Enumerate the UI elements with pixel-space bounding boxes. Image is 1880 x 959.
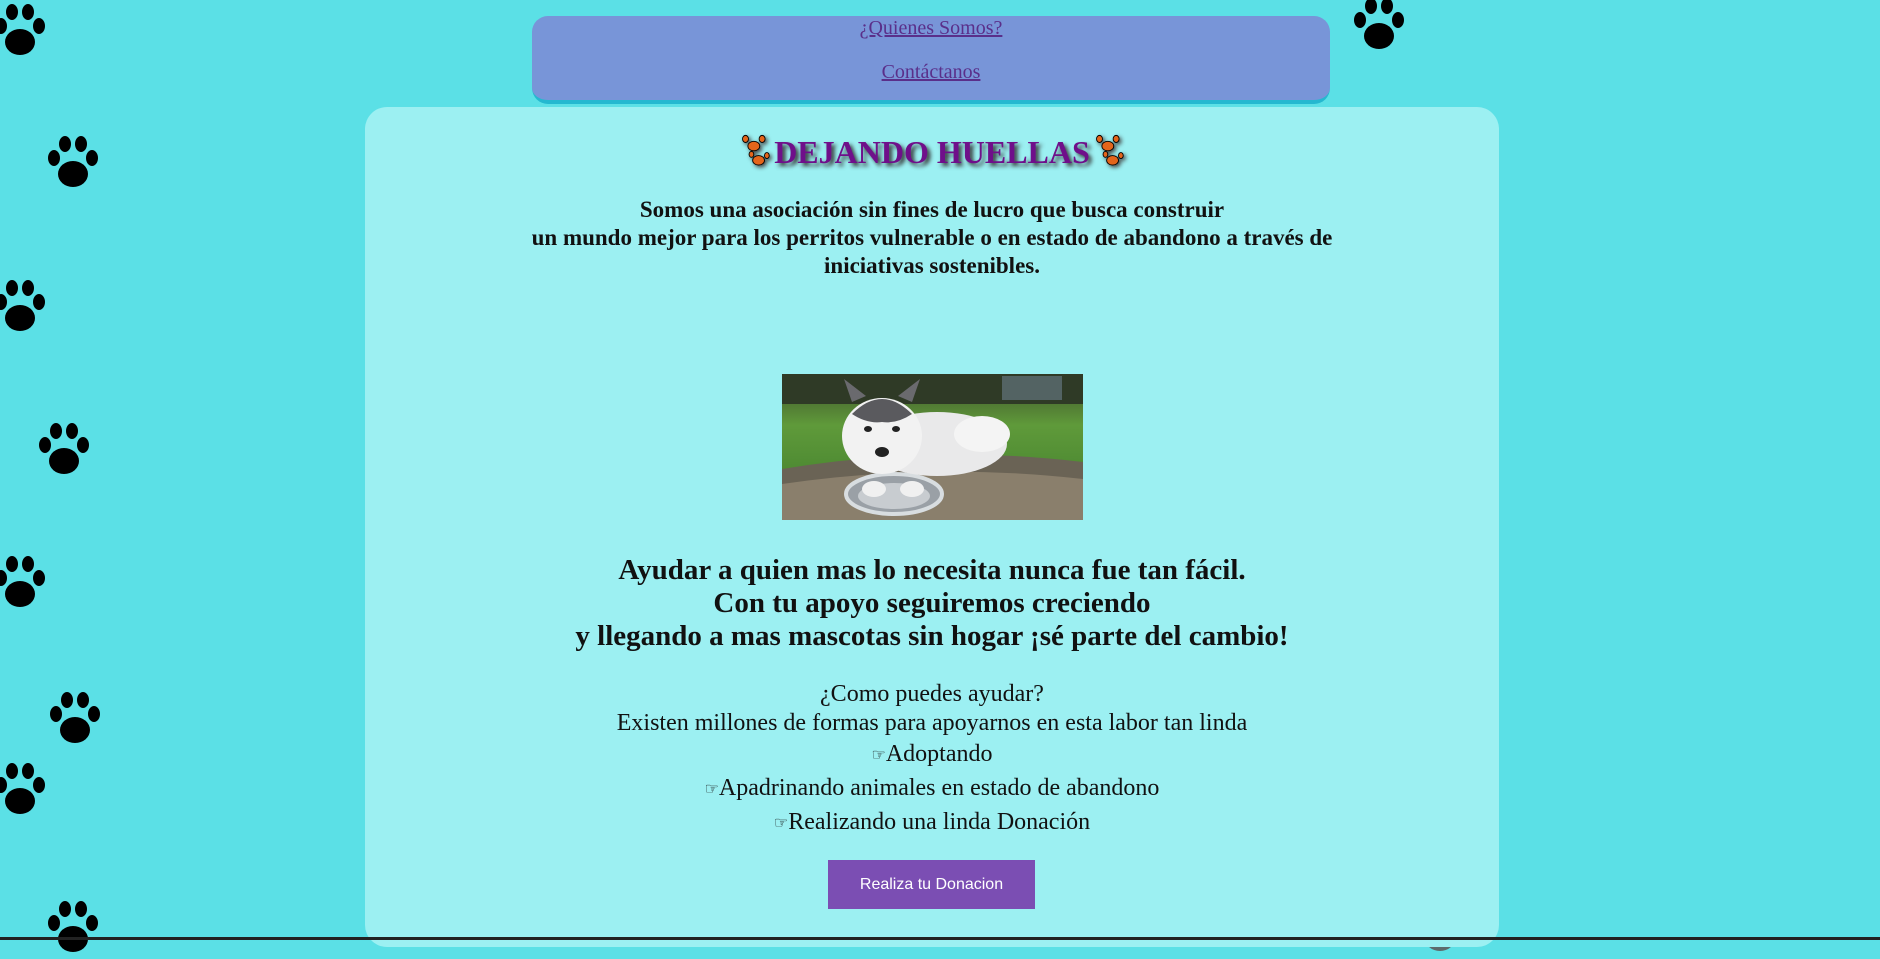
intro-line: Somos una asociación sin fines de lucro … xyxy=(639,197,1225,222)
donate-button[interactable]: Realiza tu Donacion xyxy=(828,860,1035,909)
intro-line: un mundo mejor para los perritos vulnera… xyxy=(531,225,1333,250)
pointing-hand-icon: ☞ xyxy=(871,746,886,764)
paw-icon xyxy=(41,130,105,194)
paw-icon xyxy=(0,274,52,338)
paw-icon xyxy=(32,417,96,481)
puppy-photo xyxy=(782,374,1083,520)
nav-link-contact[interactable]: Contáctanos xyxy=(532,60,1330,84)
how-title: ¿Como puedes ayudar? xyxy=(820,681,1044,707)
nav-link-about[interactable]: ¿Quienes Somos? xyxy=(532,16,1330,40)
pointing-hand-icon: ☞ xyxy=(773,814,789,832)
paw-icon xyxy=(736,133,774,171)
page-title: DEJANDO HUELLAS xyxy=(365,133,1499,171)
paw-icon xyxy=(1347,0,1411,56)
list-item: ☞Apadrinando animales en estado de aband… xyxy=(704,774,1160,801)
cta-line: Ayudar a quien mas lo necesita nunca fue… xyxy=(618,554,1246,586)
intro-line: iniciativas sostenibles. xyxy=(824,253,1040,278)
list-item: ☞Realizando una linda Donación xyxy=(773,808,1091,835)
cta-text: Ayudar a quien mas lo necesita nunca fue… xyxy=(365,554,1499,653)
cta-line: Con tu apoyo seguiremos creciendo xyxy=(713,587,1151,619)
paw-icon xyxy=(43,686,107,750)
title-text: DEJANDO HUELLAS xyxy=(774,133,1090,170)
pointing-hand-icon: ☞ xyxy=(704,780,719,798)
main-panel: DEJANDO HUELLAS Somos una asociación sin… xyxy=(365,107,1499,947)
how-to-help: ¿Como puedes ayudar? Existen millones de… xyxy=(365,680,1499,840)
paw-icon xyxy=(0,757,52,821)
paw-icon xyxy=(41,895,105,959)
top-nav: ¿Quienes Somos? Contáctanos xyxy=(532,16,1330,104)
paw-icon xyxy=(0,550,52,614)
intro-text: Somos una asociación sin fines de lucro … xyxy=(365,196,1499,280)
paw-icon xyxy=(1090,133,1128,171)
paw-icon xyxy=(0,0,52,62)
how-subtitle: Existen millones de formas para apoyarno… xyxy=(616,710,1248,736)
cta-line: y llegando a mas mascotas sin hogar ¡sé … xyxy=(575,620,1289,652)
list-item: ☞Adoptando xyxy=(871,741,993,767)
